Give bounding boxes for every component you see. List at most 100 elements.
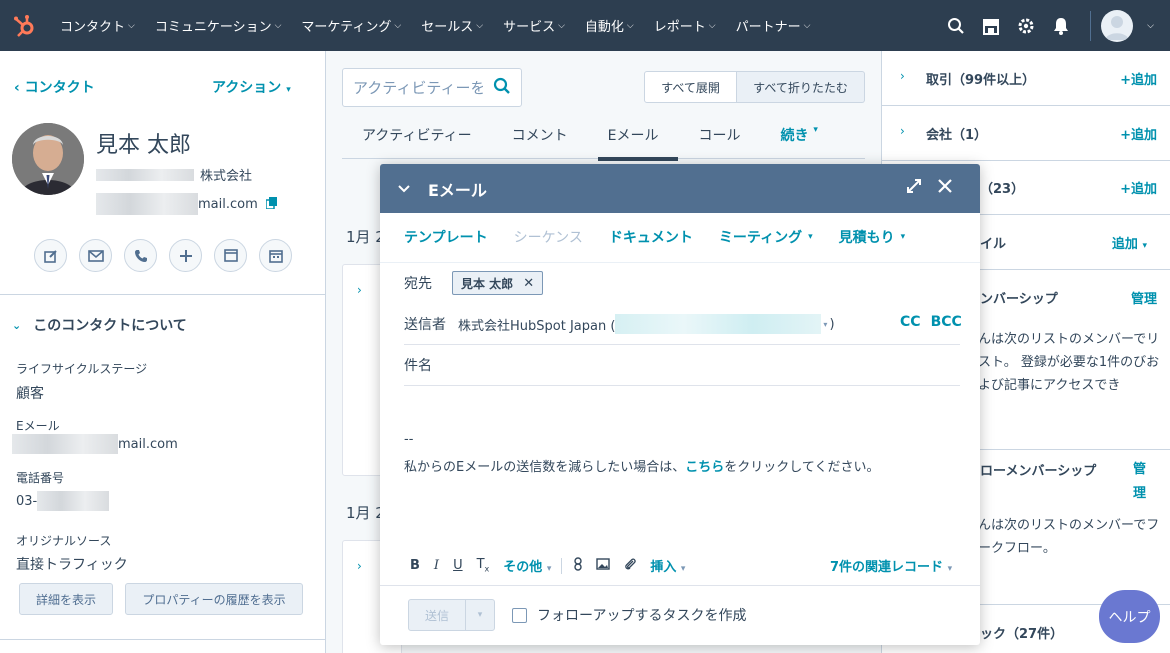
settings-icon[interactable] bbox=[1008, 0, 1043, 51]
section-title[interactable]: （23） bbox=[980, 178, 1024, 197]
expand-all-button[interactable]: すべて展開 bbox=[644, 71, 737, 103]
nav-conversations[interactable]: コミュニケーション ⌵ bbox=[143, 16, 290, 35]
contact-email: mail.com bbox=[96, 193, 277, 215]
send-button[interactable]: 送信 bbox=[409, 600, 466, 630]
followup-label: フォローアップするタスクを作成 bbox=[537, 608, 747, 624]
search-icon[interactable] bbox=[938, 0, 973, 51]
deals-title[interactable]: 取引（99件以上） bbox=[926, 69, 1035, 88]
phone-value[interactable]: 03- bbox=[16, 491, 110, 511]
italic-icon[interactable]: I bbox=[434, 558, 439, 573]
add-company-button[interactable]: +追加 bbox=[1120, 124, 1157, 143]
clear-format-icon[interactable]: Tx bbox=[477, 557, 490, 574]
manage-link[interactable]: 管理 bbox=[1133, 458, 1157, 506]
chevron-right-icon[interactable]: › bbox=[357, 559, 362, 573]
marketplace-icon[interactable] bbox=[973, 0, 1008, 51]
lifecycle-value[interactable]: 顧客 bbox=[16, 383, 44, 403]
nav-reports[interactable]: レポート ⌵ bbox=[642, 16, 724, 35]
phone-icon[interactable] bbox=[124, 239, 157, 272]
nav-partner[interactable]: パートナー ⌵ bbox=[724, 16, 819, 35]
chevron-down-icon[interactable]: ⌵ bbox=[1147, 21, 1154, 31]
from-selector[interactable]: 株式会社HubSpot Japan ( ▾ ) bbox=[458, 314, 835, 334]
underline-icon[interactable]: U bbox=[453, 558, 463, 573]
tab-activity[interactable]: アクティビティー bbox=[342, 123, 492, 159]
companies-title[interactable]: 会社（1） bbox=[926, 124, 987, 143]
expand-icon[interactable] bbox=[906, 178, 922, 198]
chevron-down-icon[interactable] bbox=[398, 182, 410, 196]
link-icon[interactable] bbox=[574, 556, 583, 575]
nav-sales[interactable]: セールス ⌵ bbox=[409, 16, 491, 35]
add-button[interactable]: +追加 bbox=[1120, 178, 1157, 197]
tab-email[interactable]: Eメール bbox=[588, 123, 679, 161]
add-deal-button[interactable]: +追加 bbox=[1120, 69, 1157, 88]
calendar-icon[interactable] bbox=[259, 239, 292, 272]
subject-field[interactable]: 件名 bbox=[404, 355, 432, 375]
from-label: 送信者 bbox=[404, 317, 446, 333]
email-suffix: mail.com bbox=[118, 436, 178, 452]
bcc-link[interactable]: BCC bbox=[931, 314, 962, 330]
send-options-dropdown[interactable]: ▾ bbox=[466, 600, 494, 630]
contact-avatar bbox=[12, 123, 84, 195]
view-property-history-button[interactable]: プロパティーの履歴を表示 bbox=[125, 583, 303, 615]
lifecycle-label: ライフサイクルステージ bbox=[16, 362, 148, 376]
chevron-right-icon[interactable]: › bbox=[357, 283, 362, 297]
actions-dropdown[interactable]: アクション ▾ bbox=[212, 77, 291, 97]
note-icon[interactable] bbox=[34, 239, 67, 272]
activity-search-input[interactable] bbox=[353, 78, 483, 97]
caret-down-icon: ▾ bbox=[286, 85, 291, 95]
insert-dropdown[interactable]: 挿入 ▾ bbox=[650, 556, 685, 575]
manage-link[interactable]: 管理 bbox=[1131, 288, 1157, 307]
user-avatar[interactable] bbox=[1101, 9, 1134, 42]
nav-marketing[interactable]: マーケティング ⌵ bbox=[289, 16, 409, 35]
followup-task-option[interactable]: フォローアップするタスクを作成 bbox=[512, 605, 746, 625]
section-title[interactable]: イル bbox=[980, 233, 1006, 252]
section-title[interactable]: ック（27件） bbox=[980, 623, 1063, 642]
activity-search[interactable] bbox=[342, 68, 522, 107]
email-value[interactable]: mail.com bbox=[12, 434, 178, 454]
tab-calls[interactable]: コール bbox=[678, 123, 760, 159]
help-button[interactable]: ヘルプ bbox=[1099, 590, 1160, 643]
associated-records-dropdown[interactable]: 7件の関連レコード ▾ bbox=[830, 556, 952, 575]
followup-checkbox[interactable] bbox=[512, 607, 527, 623]
email-icon[interactable] bbox=[79, 239, 112, 272]
nav-automation[interactable]: 自動化 ⌵ bbox=[573, 16, 642, 35]
unsubscribe-link[interactable]: こちら bbox=[685, 460, 724, 475]
chevron-right-icon[interactable]: › bbox=[900, 69, 905, 83]
documents-button[interactable]: ドキュメント bbox=[609, 227, 693, 247]
caret-down-icon: ▾ bbox=[680, 564, 686, 574]
about-section-toggle[interactable]: ⌄ このコンタクトについて bbox=[12, 315, 187, 335]
attachment-icon[interactable] bbox=[624, 557, 637, 575]
more-format-dropdown[interactable]: その他 ▾ bbox=[503, 556, 551, 575]
image-icon[interactable] bbox=[596, 557, 611, 574]
caret-down-icon: ▾ bbox=[1142, 241, 1147, 251]
remove-recipient-icon[interactable]: ✕ bbox=[523, 276, 534, 291]
recipient-chip[interactable]: 見本 太郎 ✕ bbox=[452, 271, 544, 295]
nav-service[interactable]: サービス ⌵ bbox=[491, 16, 573, 35]
view-details-button[interactable]: 詳細を表示 bbox=[19, 583, 113, 615]
copy-icon[interactable] bbox=[265, 196, 277, 212]
tab-comments[interactable]: コメント bbox=[492, 123, 588, 159]
search-icon[interactable] bbox=[493, 77, 511, 99]
contact-sidebar: ‹ コンタクト アクション ▾ 見本 太郎 株式会社 mail.com ⌄ この… bbox=[0, 51, 326, 653]
redacted-text bbox=[96, 193, 198, 215]
email-body-footer[interactable]: 私からのEメールの送信数を減らしたい場合は、こちらをクリックしてください。 bbox=[404, 456, 879, 475]
templates-button[interactable]: テンプレート bbox=[404, 227, 488, 247]
hubspot-logo-icon[interactable] bbox=[0, 0, 48, 51]
close-icon[interactable] bbox=[936, 177, 954, 199]
meetings-dropdown[interactable]: ミーティング ▾ bbox=[719, 227, 813, 247]
collapse-all-button[interactable]: すべて折りたたむ bbox=[737, 71, 865, 103]
divider bbox=[380, 262, 980, 263]
window-icon[interactable] bbox=[214, 239, 247, 272]
bold-icon[interactable]: B bbox=[410, 558, 420, 573]
back-to-contacts-link[interactable]: ‹ コンタクト bbox=[14, 77, 95, 97]
divider bbox=[404, 344, 960, 345]
from-value: 株式会社HubSpot Japan ( bbox=[458, 318, 616, 334]
notifications-icon[interactable] bbox=[1043, 0, 1078, 51]
quotes-dropdown[interactable]: 見積もり ▾ bbox=[839, 227, 906, 247]
nav-contacts[interactable]: コンタクト ⌵ bbox=[48, 16, 143, 35]
add-dropdown[interactable]: 追加 ▾ bbox=[1112, 233, 1147, 252]
chevron-right-icon[interactable]: › bbox=[900, 124, 905, 138]
add-icon[interactable] bbox=[169, 239, 202, 272]
tab-more[interactable]: 続き ▾ bbox=[760, 123, 837, 159]
cc-link[interactable]: CC bbox=[900, 314, 921, 330]
source-value[interactable]: 直接トラフィック bbox=[16, 554, 128, 574]
